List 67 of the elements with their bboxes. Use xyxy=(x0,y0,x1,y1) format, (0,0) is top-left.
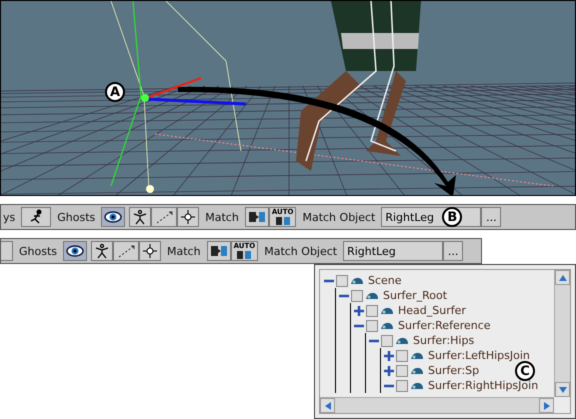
toolbar-button[interactable] xyxy=(1,241,13,261)
horizontal-scrollbar[interactable] xyxy=(320,397,554,413)
expand-icon[interactable] xyxy=(354,306,364,316)
tree-node-label[interactable]: Surfer:LeftHipsJoin xyxy=(428,349,530,362)
cap-icon xyxy=(410,350,424,360)
ghosts-label: Ghosts xyxy=(19,244,58,258)
toolbar-label: ys xyxy=(3,210,16,224)
eye-icon xyxy=(66,245,84,257)
cap-icon xyxy=(395,336,409,346)
ghost-mode-button[interactable] xyxy=(113,241,140,261)
tree-node-label[interactable]: Surfer:RightHipsJoin xyxy=(428,379,538,392)
cap-icon xyxy=(380,306,394,316)
browse-button[interactable]: ... xyxy=(481,207,502,227)
dotted-path-icon xyxy=(116,243,136,259)
ghosts-label: Ghosts xyxy=(57,210,96,224)
ghost-toggle-button[interactable] xyxy=(101,207,126,227)
running-figure-icon xyxy=(28,209,44,225)
browse-button[interactable]: ... xyxy=(443,241,464,261)
callout-label: A xyxy=(105,82,125,102)
expand-icon[interactable] xyxy=(384,366,394,376)
match-object-label: Match Object xyxy=(264,244,338,258)
tree-checkbox[interactable] xyxy=(351,290,363,302)
cap-icon xyxy=(380,320,394,330)
eye-icon xyxy=(104,211,122,223)
tree-checkbox[interactable] xyxy=(396,350,408,362)
ghost-mode-button[interactable] xyxy=(177,207,200,227)
match-blocks-icon xyxy=(274,216,291,225)
crosshair-icon xyxy=(180,209,196,225)
match-object-field[interactable]: RightLeg B xyxy=(381,207,482,227)
tree-checkbox[interactable] xyxy=(381,334,393,346)
crosshair-icon xyxy=(142,243,158,259)
match-object-field[interactable]: RightLeg xyxy=(343,241,444,261)
match-blocks-icon xyxy=(210,244,228,258)
tree-checkbox[interactable] xyxy=(396,380,408,392)
ghost-toggle-button[interactable] xyxy=(63,241,88,261)
match-blocks-icon xyxy=(236,250,252,259)
tree-checkbox[interactable] xyxy=(396,364,408,376)
cap-icon xyxy=(410,366,424,376)
expand-icon[interactable] xyxy=(384,350,394,360)
callout-label: B xyxy=(442,207,462,227)
match-label: Match xyxy=(167,244,201,258)
tree-node-label[interactable]: Surfer:Hips xyxy=(413,334,474,347)
cap-icon xyxy=(410,380,424,390)
ghost-mode-button[interactable] xyxy=(139,241,162,261)
running-figure-button[interactable] xyxy=(21,207,52,227)
dotted-path-icon xyxy=(154,209,174,225)
tree-checkbox[interactable] xyxy=(336,274,348,286)
tree-node-label[interactable]: Scene xyxy=(368,274,402,287)
tree-checkbox[interactable] xyxy=(366,304,378,316)
tree-node-label[interactable]: Surfer_Root xyxy=(383,289,448,302)
ghost-mode-button[interactable] xyxy=(91,241,114,261)
stick-figure-icon xyxy=(132,209,148,225)
match-object-label: Match Object xyxy=(302,210,376,224)
tree-checkbox[interactable] xyxy=(366,320,378,332)
tree-node-label[interactable]: Head_Surfer xyxy=(398,304,466,317)
match-button[interactable] xyxy=(206,241,231,261)
cap-icon xyxy=(350,276,364,286)
ghost-mode-button[interactable] xyxy=(129,207,152,227)
match-label: Match xyxy=(205,210,239,224)
tree-node-label[interactable]: Surfer:Sp xyxy=(428,364,480,377)
ghost-mode-button[interactable] xyxy=(151,207,178,227)
cap-icon xyxy=(365,290,379,300)
stick-figure-icon xyxy=(94,243,110,259)
tree-node-label[interactable]: Surfer:Reference xyxy=(398,319,491,332)
match-blocks-icon xyxy=(248,210,266,224)
vertical-scrollbar[interactable] xyxy=(554,270,570,397)
match-button[interactable] xyxy=(244,207,269,227)
